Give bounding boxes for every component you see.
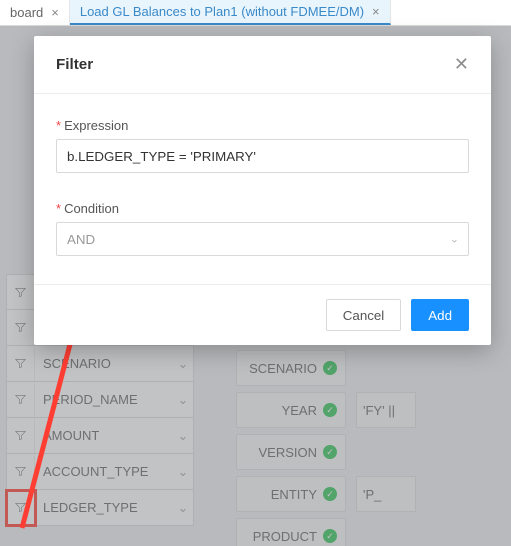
tab-bar: board × Load GL Balances to Plan1 (witho… [0, 0, 511, 26]
add-button[interactable]: Add [411, 299, 469, 331]
required-asterisk: * [56, 201, 61, 216]
filter-modal: Filter ✕ *Expression *Condition ⌄ Cancel… [34, 36, 491, 345]
modal-footer: Cancel Add [34, 284, 491, 345]
expression-label: *Expression [56, 118, 469, 133]
close-icon[interactable]: × [51, 5, 59, 20]
modal-header: Filter ✕ [34, 36, 491, 94]
tab-label: board [10, 5, 43, 20]
modal-title: Filter [56, 56, 93, 73]
close-icon[interactable]: ✕ [454, 54, 469, 75]
cancel-button[interactable]: Cancel [326, 299, 402, 331]
tab-label: Load GL Balances to Plan1 (without FDMEE… [80, 4, 364, 19]
required-asterisk: * [56, 118, 61, 133]
tab-load-gl[interactable]: Load GL Balances to Plan1 (without FDMEE… [70, 0, 391, 25]
close-icon[interactable]: × [372, 4, 380, 19]
modal-body: *Expression *Condition ⌄ [34, 94, 491, 284]
expression-input[interactable] [56, 139, 469, 173]
tab-board[interactable]: board × [0, 0, 70, 25]
condition-select[interactable] [56, 222, 469, 256]
condition-label: *Condition [56, 201, 469, 216]
